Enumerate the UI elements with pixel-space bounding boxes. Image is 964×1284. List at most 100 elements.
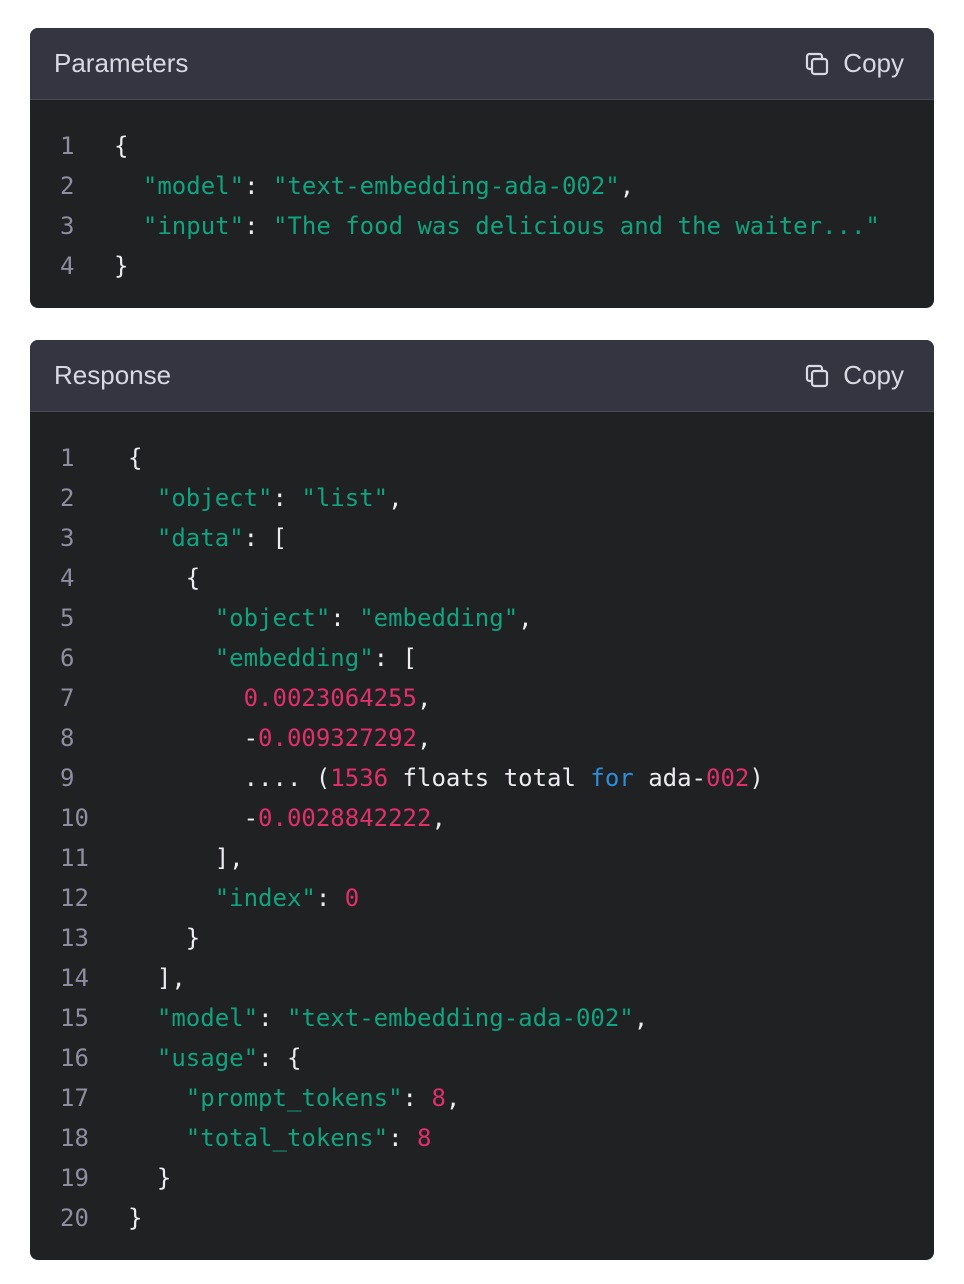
code-text: "prompt_tokens": 8, <box>128 1078 934 1118</box>
punctuation: : <box>330 604 360 632</box>
code-text: "input": "The food was delicious and the… <box>114 206 934 246</box>
code-text: "object": "list", <box>128 478 934 518</box>
code-line: 1{ <box>30 126 934 166</box>
code-line: 4 { <box>30 558 934 598</box>
line-number: 10 <box>60 804 89 832</box>
punctuation: ], <box>128 964 186 992</box>
punctuation: : <box>244 172 273 200</box>
plain-text <box>114 172 143 200</box>
plain-text <box>128 1044 157 1072</box>
line-number: 8 <box>60 724 75 752</box>
punctuation: { <box>114 132 129 160</box>
json-key: "object" <box>214 604 331 632</box>
code-text: "model": "text-embedding-ada-002", <box>128 998 934 1038</box>
copy-icon <box>803 362 831 390</box>
plain-text <box>128 524 157 552</box>
plain-text <box>114 212 143 240</box>
line-number: 15 <box>60 1004 89 1032</box>
parameters-copy-button[interactable]: Copy <box>803 48 904 79</box>
json-key: "input" <box>142 212 245 240</box>
code-line: 1{ <box>30 438 934 478</box>
code-line: 6 "embedding": [ <box>30 638 934 678</box>
code-line: 5 "object": "embedding", <box>30 598 934 638</box>
line-number: 18 <box>60 1124 89 1152</box>
punctuation: , <box>518 604 533 632</box>
code-text: "usage": { <box>128 1038 934 1078</box>
punctuation: , <box>431 804 446 832</box>
code-line: 19 } <box>30 1158 934 1198</box>
code-text: { <box>128 438 934 478</box>
punctuation: { <box>128 564 201 592</box>
plain-text <box>128 1004 157 1032</box>
number-literal: 1536 <box>330 764 389 792</box>
number-literal: 002 <box>706 764 750 792</box>
string-literal: "text-embedding-ada-002" <box>272 172 620 200</box>
line-number: 17 <box>60 1084 89 1112</box>
json-key: "embedding" <box>214 644 374 672</box>
plain-text: - <box>128 804 259 832</box>
code-line: 13 } <box>30 918 934 958</box>
code-text: -0.0028842222, <box>128 798 934 838</box>
line-number: 16 <box>60 1044 89 1072</box>
response-title: Response <box>54 360 172 390</box>
json-key: "data" <box>156 524 244 552</box>
json-key: "index" <box>214 884 316 912</box>
code-line: 18 "total_tokens": 8 <box>30 1118 934 1158</box>
number-literal: 0.0023064255 <box>243 684 417 712</box>
plain-text: .... ( <box>128 764 331 792</box>
code-line: 20} <box>30 1198 934 1238</box>
copy-label: Copy <box>843 360 904 390</box>
code-line: 8 -0.009327292, <box>30 718 934 758</box>
parameters-code: 1{2 "model": "text-embedding-ada-002", 3 … <box>30 100 934 286</box>
code-line: 2 "object": "list", <box>30 478 934 518</box>
parameters-title: Parameters <box>54 48 189 78</box>
plain-text <box>128 1124 186 1152</box>
string-literal: "list" <box>301 484 389 512</box>
line-number: 13 <box>60 924 89 952</box>
code-text: "total_tokens": 8 <box>128 1118 934 1158</box>
plain-text: floats total <box>388 764 591 792</box>
line-number: 3 <box>60 212 75 240</box>
plain-text <box>128 1084 186 1112</box>
line-number: 6 <box>60 644 75 672</box>
plain-text: ) <box>749 764 764 792</box>
json-key: "model" <box>156 1004 259 1032</box>
json-key: "usage" <box>156 1044 259 1072</box>
number-literal: 8 <box>431 1084 446 1112</box>
line-number: 5 <box>60 604 75 632</box>
line-number: 20 <box>60 1204 89 1232</box>
line-number: 4 <box>60 564 75 592</box>
code-text: } <box>128 1198 934 1238</box>
plain-text <box>128 484 157 512</box>
code-text: -0.009327292, <box>128 718 934 758</box>
code-line: 3 "input": "The food was delicious and t… <box>30 206 934 246</box>
code-text: "object": "embedding", <box>128 598 934 638</box>
punctuation: , <box>445 1084 461 1112</box>
line-number: 2 <box>60 484 75 512</box>
code-text: .... (1536 floats total for ada-002) <box>128 758 934 798</box>
parameters-panel: Parameters Copy 1{2 "model": "text-embed… <box>30 28 934 308</box>
string-literal: "text-embedding-ada-002" <box>286 1004 634 1032</box>
line-number: 1 <box>60 132 75 160</box>
response-copy-button[interactable]: Copy <box>803 360 904 391</box>
punctuation: ], <box>128 844 244 872</box>
number-literal: 0 <box>344 884 360 912</box>
plain-text: - <box>128 724 259 752</box>
code-text: "embedding": [ <box>128 638 934 678</box>
punctuation: , <box>417 724 432 752</box>
code-line: 9 .... (1536 floats total for ada-002) <box>30 758 934 798</box>
code-text: } <box>128 918 934 958</box>
code-text: 0.0023064255, <box>128 678 934 718</box>
response-panel: Response Copy 1{2 "object": "list", 3 "da… <box>30 340 934 1260</box>
string-literal: "The food was delicious and the waiter..… <box>272 212 880 240</box>
code-line: 15 "model": "text-embedding-ada-002", <box>30 998 934 1038</box>
code-text: ], <box>128 958 934 998</box>
response-header: Response Copy <box>30 340 934 412</box>
plain-text <box>128 684 244 712</box>
code-line: 4} <box>30 246 934 286</box>
json-key: "model" <box>142 172 245 200</box>
string-literal: "embedding" <box>359 604 519 632</box>
punctuation: : [ <box>373 644 418 672</box>
plain-text <box>128 884 215 912</box>
code-text: "data": [ <box>128 518 934 558</box>
